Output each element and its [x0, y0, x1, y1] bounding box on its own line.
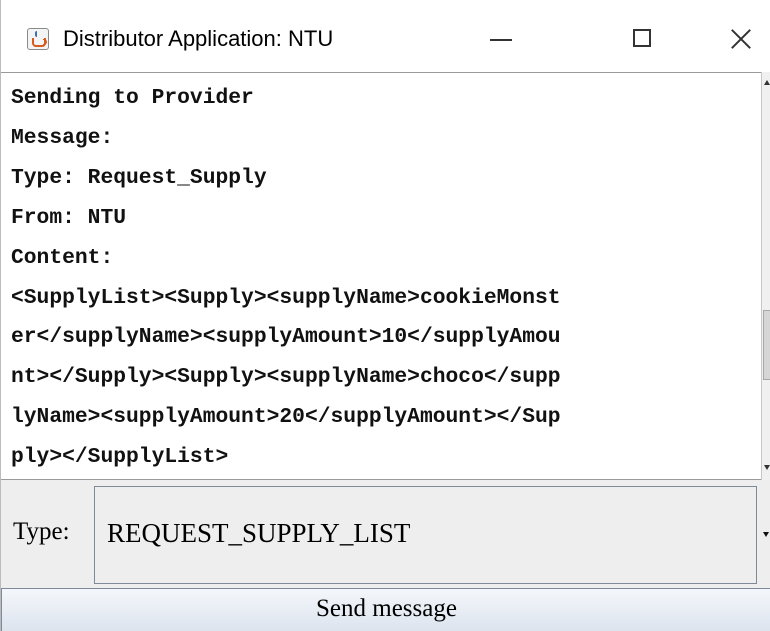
- maximize-button[interactable]: [613, 18, 673, 60]
- window-title: Distributor Application: NTU: [63, 26, 334, 51]
- handle-mark: [43, 39, 47, 45]
- type-combobox[interactable]: REQUEST_SUPPLY_LIST: [94, 486, 757, 584]
- scroll-up-icon[interactable]: [764, 80, 770, 85]
- message-log-textarea[interactable]: Sending to Provider Message: Type: Reque…: [1, 72, 761, 480]
- log-line: From: NTU: [11, 205, 127, 230]
- log-line: Sending to Provider: [11, 86, 254, 110]
- type-label: Type:: [13, 518, 70, 545]
- log-line: ply></SupplyList>: [11, 445, 229, 470]
- log-line: nt></Supply><Supply><supplyName>choco</s…: [11, 365, 561, 390]
- title-bar[interactable]: Distributor Application: NTU: [1, 0, 770, 72]
- send-message-label: Send message: [316, 595, 457, 622]
- log-line: er</supplyName><supplyAmount>10</supplyA…: [11, 325, 561, 350]
- log-line: <SupplyList><Supply><supplyName>cookieMo…: [11, 285, 561, 310]
- vertical-scrollbar[interactable]: [761, 72, 770, 480]
- minimize-button[interactable]: [471, 18, 531, 60]
- application-window: Distributor Application: NTU Sending to …: [0, 0, 770, 631]
- scrollbar-thumb[interactable]: [763, 310, 770, 380]
- chevron-down-icon[interactable]: [763, 532, 769, 537]
- send-message-button[interactable]: Send message: [1, 588, 770, 631]
- steam-mark: [35, 31, 40, 37]
- type-panel: Type: REQUEST_SUPPLY_LIST: [1, 480, 770, 588]
- java-cup-icon[interactable]: [27, 28, 49, 50]
- maximize-icon: [633, 29, 651, 47]
- type-combobox-value: REQUEST_SUPPLY_LIST: [107, 518, 411, 548]
- close-button[interactable]: [711, 18, 770, 60]
- log-line: Content:: [11, 245, 114, 270]
- minimize-icon: [490, 39, 512, 41]
- message-log-lines: Sending to Provider Message: Type: Reque…: [11, 79, 561, 478]
- log-line: Message:: [11, 125, 114, 150]
- log-line: lyName><supplyAmount>20</supplyAmount></…: [11, 405, 561, 430]
- scroll-down-icon[interactable]: [764, 465, 770, 470]
- log-line: Type: Request_Supply: [11, 165, 267, 190]
